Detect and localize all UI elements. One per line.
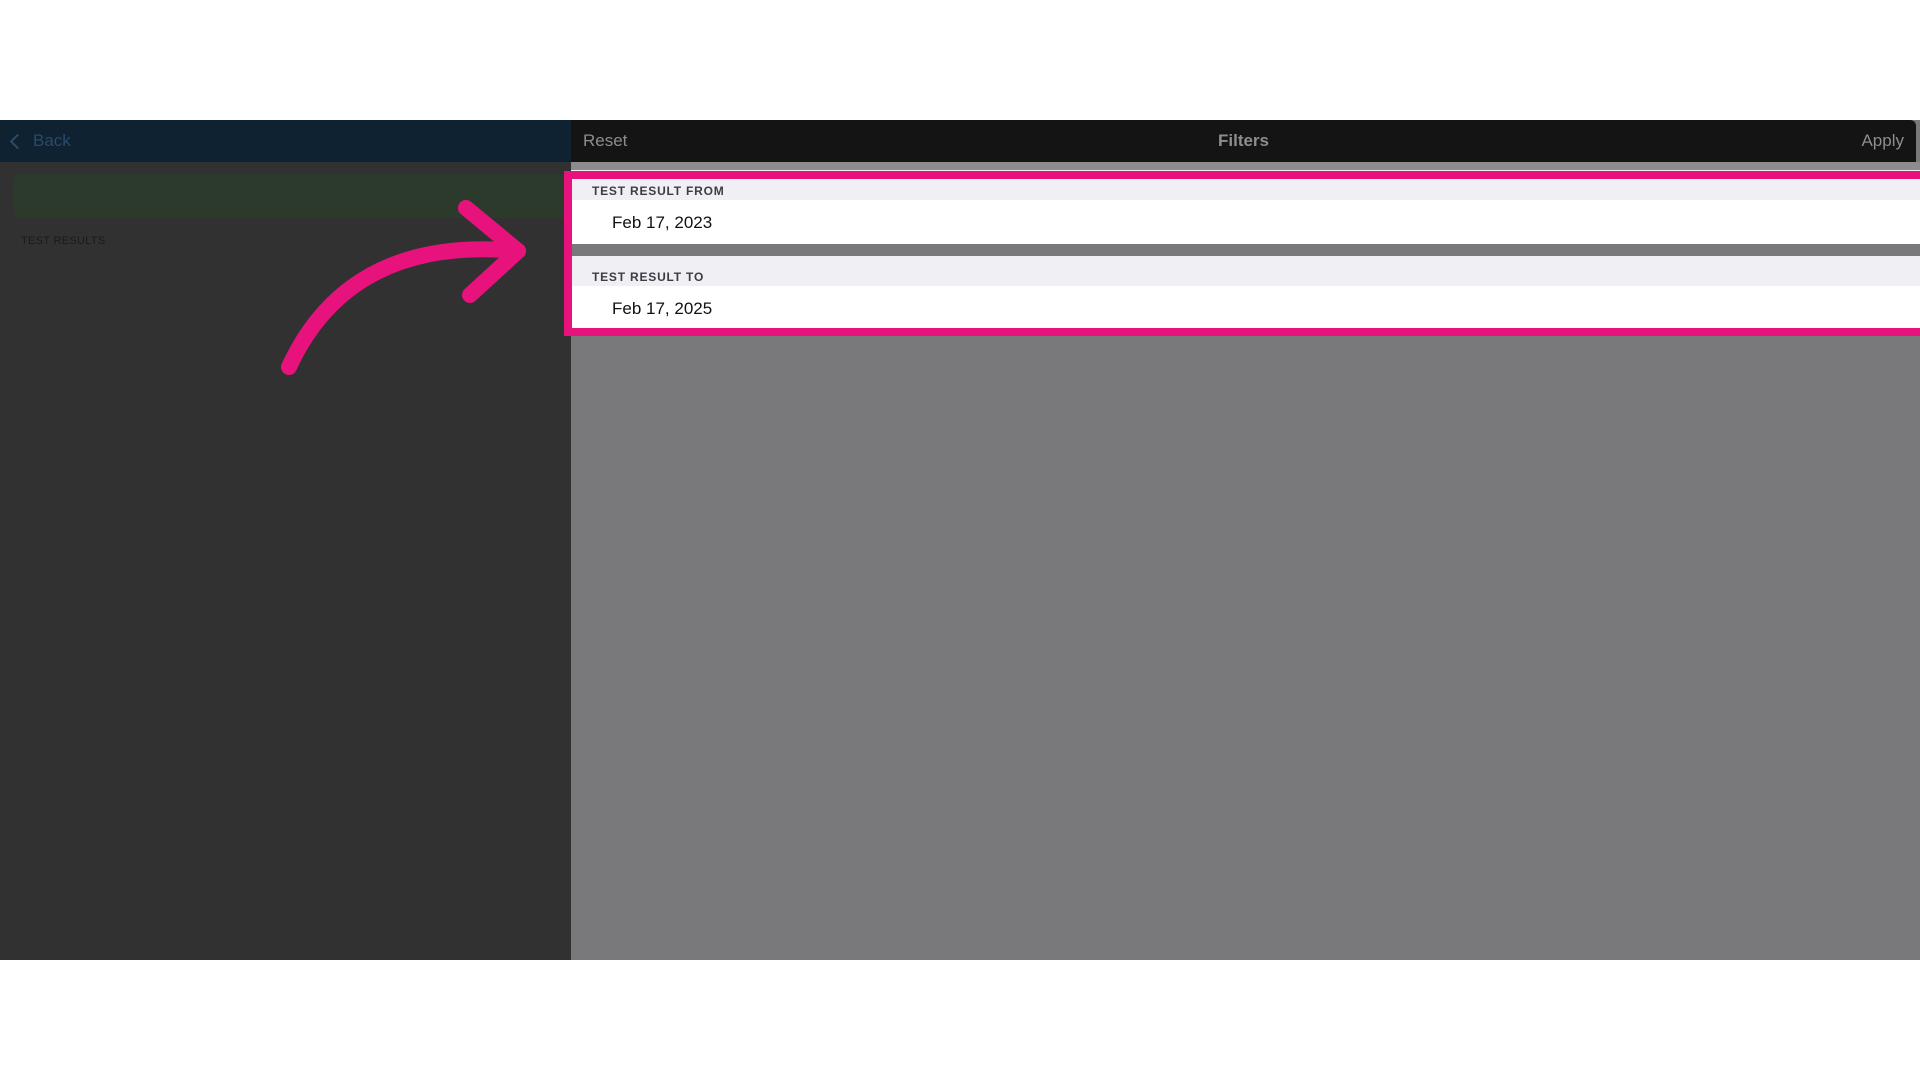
section-label-test-results: TEST RESULTS (21, 235, 106, 247)
filters-panel: Reset Filters Apply TEST RESULT FROM Feb… (571, 120, 1920, 960)
back-label: Back (33, 131, 71, 150)
date-value-from: Feb 17, 2023 (612, 213, 713, 232)
back-button[interactable]: Back (9, 131, 71, 151)
left-pane: Back TEST RESULTS (0, 120, 613, 960)
header-divider (571, 162, 1920, 170)
section-label-to: TEST RESULT TO (592, 270, 705, 284)
search-bar[interactable] (13, 174, 613, 218)
filters-title: Filters (1217, 131, 1270, 150)
left-header: Back (0, 120, 571, 162)
section-test-result-from: TEST RESULT FROM (571, 170, 1920, 200)
chevron-left-icon (9, 133, 26, 150)
filters-header: Reset Filters Apply (571, 120, 1916, 162)
date-value-to: Feb 17, 2025 (612, 299, 713, 318)
reset-button[interactable]: Reset (583, 120, 627, 162)
section-label-from: TEST RESULT FROM (592, 184, 725, 198)
section-test-result-to: TEST RESULT TO (571, 256, 1920, 286)
apply-button[interactable]: Apply (1861, 120, 1904, 162)
date-picker-to[interactable]: Feb 17, 2025 (571, 286, 1920, 330)
date-picker-from[interactable]: Feb 17, 2023 (571, 200, 1920, 244)
app-screen: Back TEST RESULTS Reset Filters Apply TE… (0, 120, 1920, 960)
